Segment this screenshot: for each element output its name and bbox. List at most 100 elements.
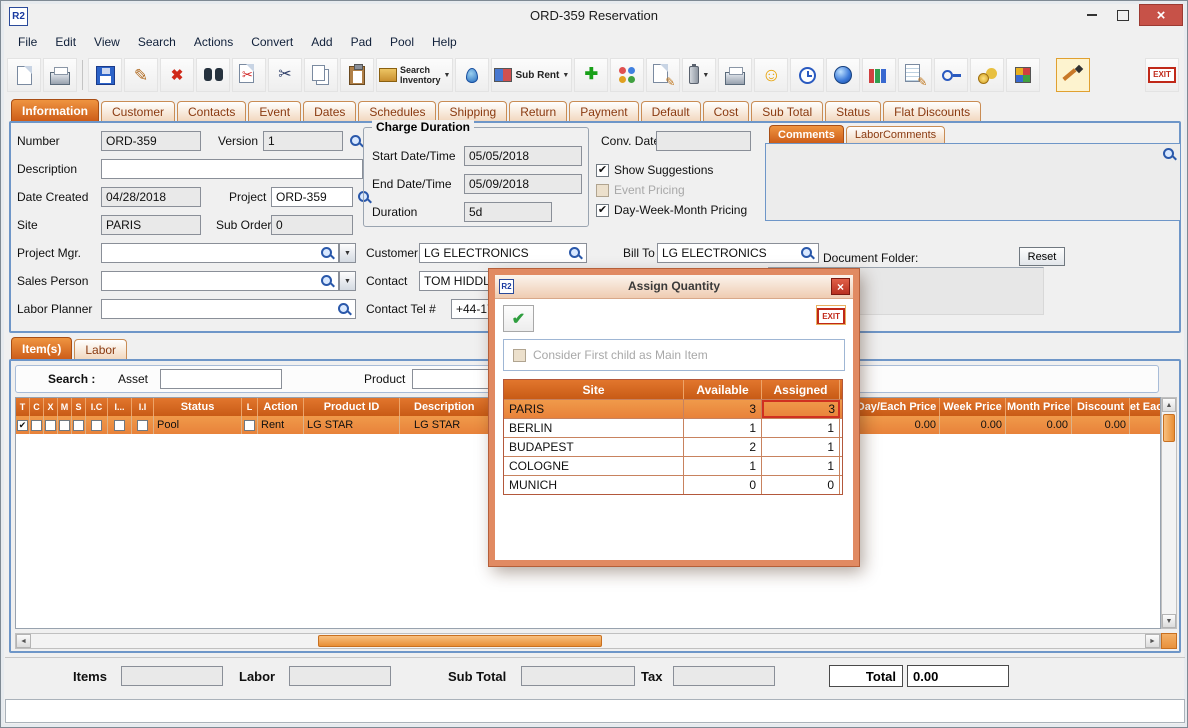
col-header-t[interactable]: T bbox=[16, 398, 30, 416]
tab-labor-comments[interactable]: LaborComments bbox=[846, 126, 945, 143]
col-header-day-each-price[interactable]: Day/Each Price bbox=[854, 398, 940, 416]
note-button[interactable]: ✎ bbox=[646, 58, 680, 92]
col-header-ic[interactable]: I.C bbox=[86, 398, 108, 416]
reset-button[interactable]: Reset bbox=[1019, 247, 1065, 266]
save-button[interactable] bbox=[88, 58, 122, 92]
col-header-available[interactable]: Available bbox=[684, 380, 762, 399]
tab-default[interactable]: Default bbox=[641, 101, 701, 121]
assign-row-berlin[interactable]: BERLIN 1 1 bbox=[504, 418, 842, 437]
tab-labor[interactable]: Labor bbox=[74, 339, 127, 359]
copy-button[interactable] bbox=[304, 58, 338, 92]
add-button[interactable]: ✚ bbox=[574, 58, 608, 92]
vertical-scroll-thumb[interactable] bbox=[1163, 414, 1175, 442]
assign-row-cologne[interactable]: COLOGNE 1 1 bbox=[504, 456, 842, 475]
cut-page-button[interactable]: ✂ bbox=[232, 58, 266, 92]
row-checkbox-checked[interactable]: ✔ bbox=[17, 420, 28, 431]
row-checkbox[interactable] bbox=[91, 420, 102, 431]
tab-cost[interactable]: Cost bbox=[703, 101, 750, 121]
customer-search-icon[interactable] bbox=[568, 246, 582, 260]
dialog-title-bar[interactable]: R2 Assign Quantity × bbox=[495, 275, 853, 299]
tab-contacts[interactable]: Contacts bbox=[177, 101, 246, 121]
new-document-button[interactable] bbox=[7, 58, 41, 92]
version-field[interactable]: 1 bbox=[263, 131, 343, 151]
end-date-field[interactable]: 05/09/2018 bbox=[464, 174, 582, 194]
project-mgr-field[interactable] bbox=[101, 243, 339, 263]
comments-textarea[interactable] bbox=[765, 143, 1181, 221]
show-suggestions-checkbox[interactable]: ✔ Show Suggestions bbox=[596, 163, 713, 177]
version-search-icon[interactable] bbox=[349, 134, 363, 148]
tab-comments[interactable]: Comments bbox=[769, 125, 844, 143]
search-inventory-button[interactable]: Search Inventory ▼ bbox=[376, 58, 453, 92]
print-button[interactable] bbox=[43, 58, 77, 92]
battery-button[interactable]: ▼ bbox=[682, 58, 716, 92]
edit-button[interactable]: ✎ bbox=[124, 58, 158, 92]
menu-search[interactable]: Search bbox=[129, 32, 185, 52]
books-button[interactable] bbox=[862, 58, 896, 92]
description-field[interactable] bbox=[101, 159, 363, 179]
col-header-m[interactable]: M bbox=[58, 398, 72, 416]
tab-payment[interactable]: Payment bbox=[569, 101, 638, 121]
tab-customer[interactable]: Customer bbox=[101, 101, 175, 121]
tab-dates[interactable]: Dates bbox=[303, 101, 356, 121]
menu-add[interactable]: Add bbox=[302, 32, 341, 52]
menu-pool[interactable]: Pool bbox=[381, 32, 423, 52]
assign-row-munich[interactable]: MUNICH 0 0 bbox=[504, 475, 842, 494]
menu-file[interactable]: File bbox=[9, 32, 46, 52]
assigned-cell[interactable]: 1 bbox=[762, 419, 840, 437]
key-button[interactable] bbox=[934, 58, 968, 92]
menu-actions[interactable]: Actions bbox=[185, 32, 242, 52]
col-header-ii[interactable]: I.I bbox=[132, 398, 154, 416]
comments-search-icon[interactable] bbox=[1162, 147, 1176, 161]
paste-button[interactable] bbox=[340, 58, 374, 92]
smiley-button[interactable]: ☺ bbox=[754, 58, 788, 92]
time-button[interactable] bbox=[790, 58, 824, 92]
row-checkbox[interactable] bbox=[45, 420, 56, 431]
duration-field[interactable]: 5d bbox=[464, 202, 552, 222]
col-header-site[interactable]: Site bbox=[504, 380, 684, 399]
assigned-cell[interactable]: 1 bbox=[762, 457, 840, 475]
tab-schedules[interactable]: Schedules bbox=[358, 101, 436, 121]
money-button[interactable] bbox=[970, 58, 1004, 92]
tab-items[interactable]: Item(s) bbox=[11, 337, 72, 359]
col-header-product-id[interactable]: Product ID bbox=[304, 398, 400, 416]
dialog-close-button[interactable]: × bbox=[831, 278, 850, 295]
sub-orders-field[interactable]: 0 bbox=[271, 215, 353, 235]
dialog-confirm-button[interactable]: ✔ bbox=[503, 305, 534, 332]
col-header-status[interactable]: Status bbox=[154, 398, 242, 416]
bill-to-field[interactable]: LG ELECTRONICS bbox=[657, 243, 819, 263]
sales-person-field[interactable] bbox=[101, 271, 339, 291]
col-header-discount[interactable]: Discount bbox=[1072, 398, 1130, 416]
site-field[interactable]: PARIS bbox=[101, 215, 201, 235]
report-print-button[interactable] bbox=[718, 58, 752, 92]
col-header-action[interactable]: Action bbox=[258, 398, 304, 416]
menu-convert[interactable]: Convert bbox=[242, 32, 302, 52]
row-checkbox[interactable] bbox=[59, 420, 70, 431]
notepad-button[interactable]: ✎ bbox=[898, 58, 932, 92]
scroll-right-button[interactable]: ► bbox=[1145, 634, 1160, 648]
col-header-assigned[interactable]: Assigned bbox=[762, 380, 840, 399]
number-field[interactable]: ORD-359 bbox=[101, 131, 201, 151]
menu-help[interactable]: Help bbox=[423, 32, 466, 52]
scroll-up-button[interactable]: ▲ bbox=[1162, 398, 1176, 412]
find-button[interactable] bbox=[196, 58, 230, 92]
project-mgr-dropdown[interactable]: ▼ bbox=[339, 243, 356, 263]
close-button[interactable]: × bbox=[1139, 4, 1183, 26]
col-header-month-price[interactable]: Month Price bbox=[1006, 398, 1072, 416]
col-header-week-price[interactable]: Week Price bbox=[940, 398, 1006, 416]
assigned-cell[interactable]: 0 bbox=[762, 476, 840, 494]
tab-status[interactable]: Status bbox=[825, 101, 881, 121]
paintbrush-button[interactable] bbox=[1056, 58, 1090, 92]
row-checkbox[interactable] bbox=[137, 420, 148, 431]
assign-row-budapest[interactable]: BUDAPEST 2 1 bbox=[504, 437, 842, 456]
col-header-i[interactable]: I... bbox=[108, 398, 132, 416]
tab-return[interactable]: Return bbox=[509, 101, 567, 121]
minimize-button[interactable] bbox=[1077, 4, 1107, 26]
scroll-left-button[interactable]: ◄ bbox=[16, 634, 31, 648]
maximize-button[interactable] bbox=[1108, 4, 1138, 26]
col-header-c[interactable]: C bbox=[30, 398, 44, 416]
scroll-down-button[interactable]: ▼ bbox=[1162, 614, 1176, 628]
menu-edit[interactable]: Edit bbox=[46, 32, 85, 52]
exit-button[interactable]: EXIT bbox=[1145, 58, 1179, 92]
row-checkbox[interactable] bbox=[244, 420, 255, 431]
row-checkbox[interactable] bbox=[114, 420, 125, 431]
